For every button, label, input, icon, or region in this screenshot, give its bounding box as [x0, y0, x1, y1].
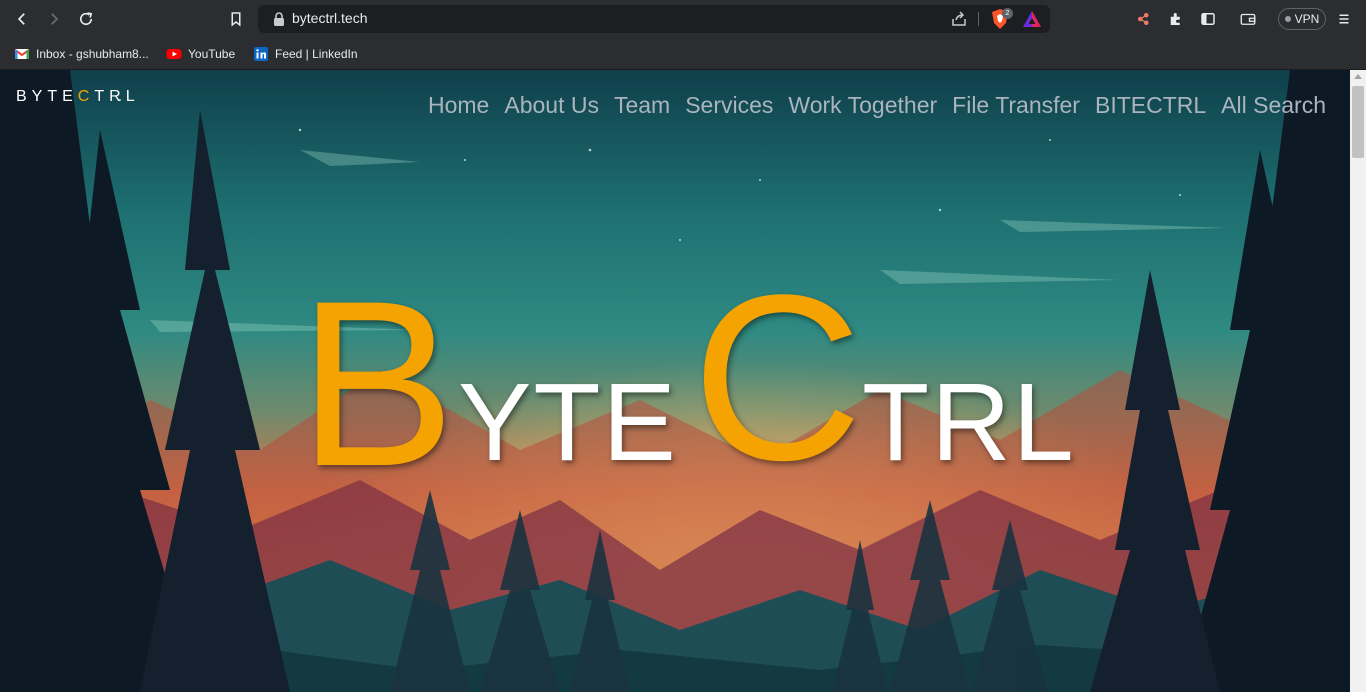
bookmark-gmail[interactable]: Inbox - gshubham8... [14, 44, 149, 64]
headline-text-yte: YTE [458, 361, 678, 484]
forward-icon[interactable] [42, 7, 66, 31]
nav-about-us[interactable]: About Us [504, 92, 599, 119]
sidebar-icon[interactable] [1196, 7, 1220, 31]
bookmark-youtube[interactable]: YouTube [166, 44, 235, 64]
share-icon[interactable] [950, 10, 968, 28]
linkedin-icon [253, 46, 269, 62]
lock-icon[interactable] [272, 11, 286, 27]
extensions-icon[interactable] [1164, 7, 1188, 31]
reload-icon[interactable] [74, 7, 98, 31]
bookmark-linkedin[interactable]: Feed | LinkedIn [253, 44, 358, 64]
bookmarks-bar: Inbox - gshubham8... YouTube Feed | Link… [0, 38, 1366, 70]
headline-letter-c: C [692, 246, 863, 510]
vpn-status-dot [1284, 16, 1291, 22]
logo-text-trl: TRL [94, 88, 140, 105]
back-icon[interactable] [10, 7, 34, 31]
logo-text-byte: BYTE [16, 88, 78, 105]
hero-headline: B YTE C TRL [296, 260, 1096, 502]
leo-icon[interactable] [1132, 7, 1156, 31]
youtube-icon [166, 46, 182, 62]
vpn-button[interactable]: VPN [1278, 8, 1326, 30]
bookmark-label: YouTube [188, 47, 236, 61]
nav-file-transfer[interactable]: File Transfer [952, 92, 1080, 119]
nav-all-search[interactable]: All Search [1221, 92, 1326, 119]
site-nav: Home About Us Team Services Work Togethe… [428, 92, 1326, 119]
shield-count-badge: 2 [1002, 8, 1013, 19]
bookmark-label: Inbox - gshubham8... [36, 47, 149, 61]
wallet-icon[interactable] [1236, 7, 1260, 31]
scrollbar-thumb[interactable] [1352, 86, 1364, 158]
gmail-icon [14, 46, 30, 62]
page-viewport: BYTECTRL Home About Us Team Services Wor… [0, 70, 1350, 692]
vpn-label: VPN [1294, 12, 1320, 26]
address-bar-divider [978, 12, 979, 26]
headline-text-trl: TRL [862, 361, 1076, 484]
nav-team[interactable]: Team [614, 92, 670, 119]
nav-work-together[interactable]: Work Together [788, 92, 937, 119]
address-bar[interactable]: bytectrl.tech 2 [258, 5, 1050, 33]
browser-toolbar: bytectrl.tech 2 VPN [0, 0, 1366, 38]
logo-text-c: C [77, 88, 95, 105]
scroll-up-arrow-icon[interactable] [1354, 74, 1362, 79]
nav-home[interactable]: Home [428, 92, 489, 119]
bookmark-label: Feed | LinkedIn [275, 47, 358, 61]
site-logo[interactable]: BYTECTRL [16, 88, 140, 106]
nav-bitectrl[interactable]: BITECTRL [1095, 92, 1206, 119]
page-scrollbar[interactable] [1350, 70, 1366, 692]
menu-icon[interactable] [1332, 7, 1356, 31]
nav-services[interactable]: Services [685, 92, 773, 119]
brave-rewards-icon[interactable] [1022, 9, 1042, 29]
bookmark-icon[interactable] [224, 7, 248, 31]
headline-letter-b: B [298, 252, 456, 516]
url-text[interactable]: bytectrl.tech [292, 10, 367, 26]
